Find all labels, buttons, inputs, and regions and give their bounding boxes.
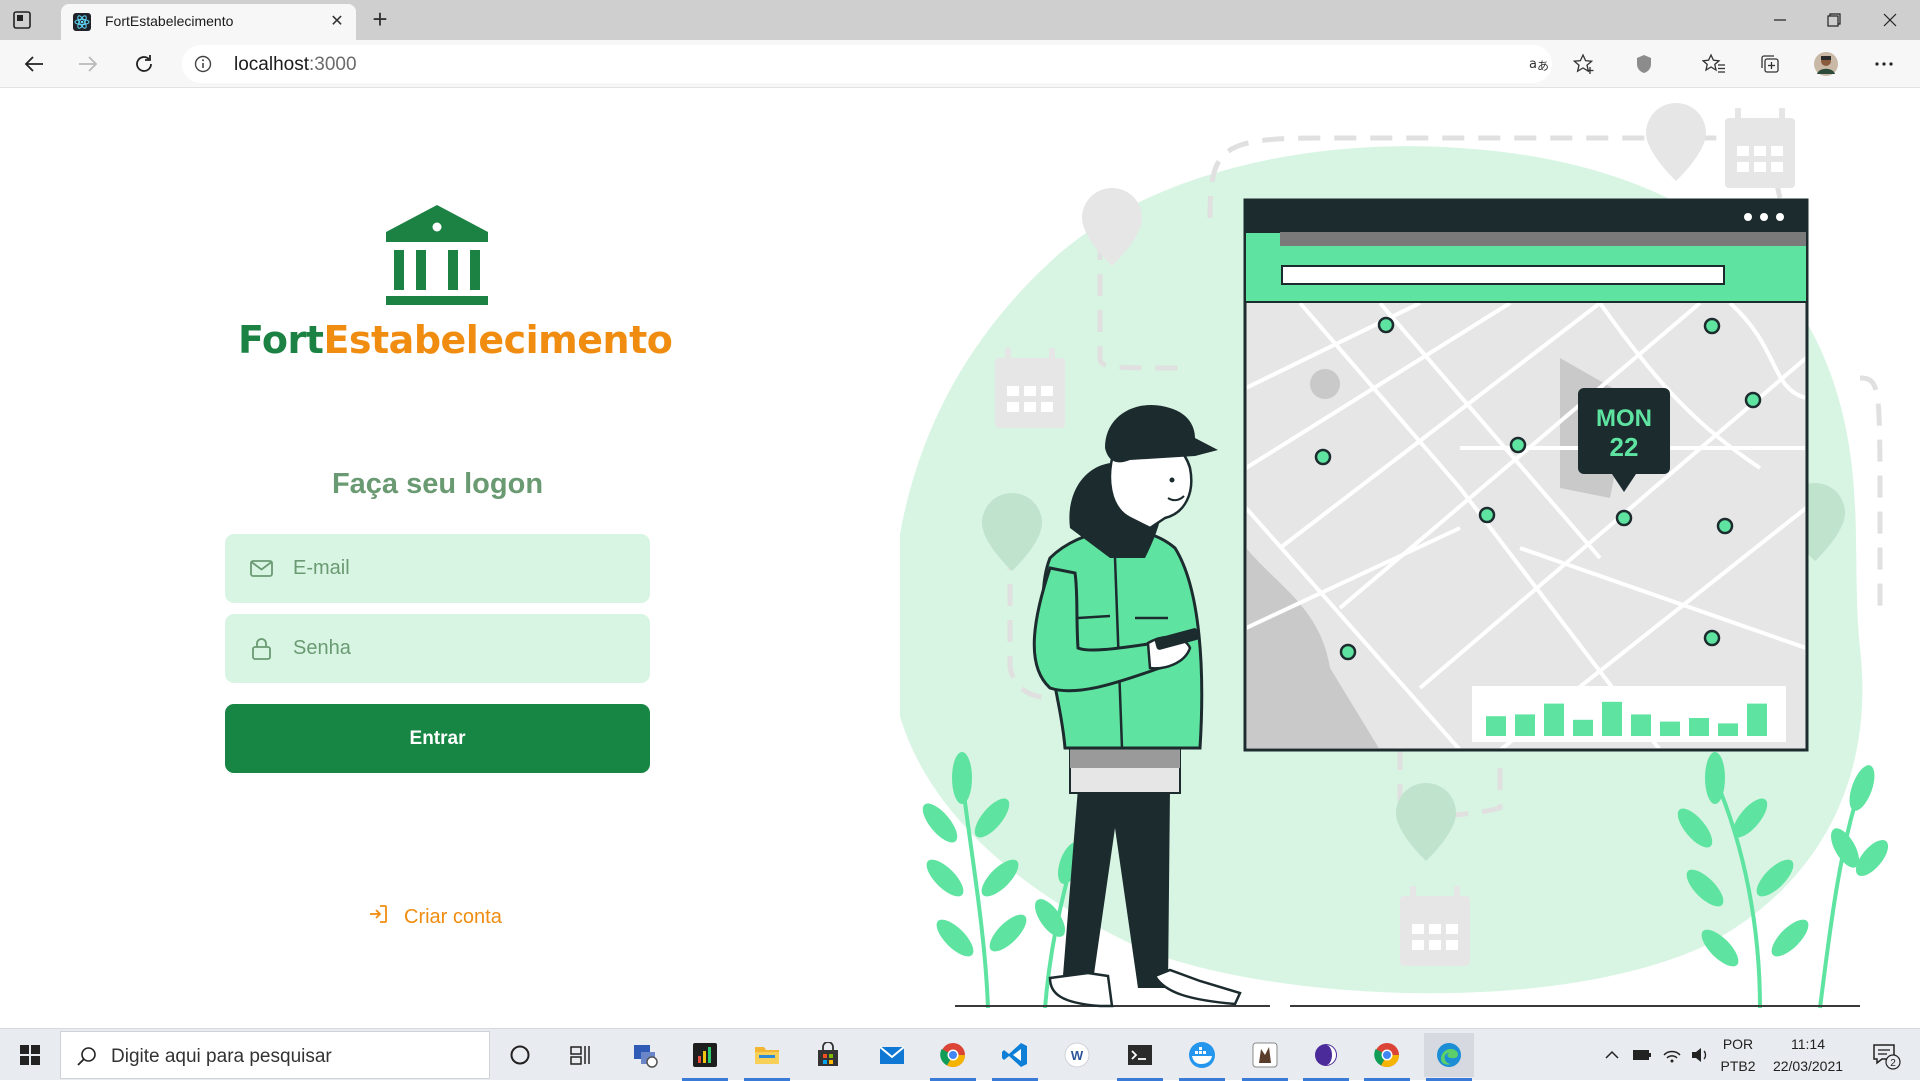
create-account-link[interactable]: Criar conta [368,903,502,931]
clock-date: 22/03/2021 [1772,1058,1844,1074]
file-explorer-icon[interactable] [742,1033,792,1081]
chrome-icon[interactable] [1362,1033,1412,1081]
insomnia-icon[interactable] [1240,1033,1290,1081]
create-account-label: Criar conta [404,905,502,928]
vscode-icon[interactable] [990,1033,1040,1081]
cortana-icon[interactable] [495,1033,545,1077]
notification-count: 2 [1890,1058,1896,1069]
tracking-prevention-icon[interactable] [1628,48,1660,80]
mail-icon[interactable] [867,1033,917,1077]
badge-date: 22 [1610,432,1639,462]
url-text: localhost:3000 [234,54,357,76]
password-field [225,614,650,683]
restore-window-button[interactable] [1806,0,1862,40]
mini-bar [1486,716,1506,736]
address-bar[interactable]: localhost:3000 [182,45,1552,83]
word-icon[interactable]: W [1052,1033,1102,1077]
brand-name-part2: Estabelecimento [323,318,673,362]
add-favorite-icon[interactable] [1568,48,1600,80]
email-field [225,534,650,603]
mini-bar [1660,721,1680,736]
back-button[interactable] [18,48,50,80]
brand-name-part1: Fort [238,318,324,362]
login-submit-button[interactable]: Entrar [225,704,650,773]
search-placeholder: Digite aqui para pesquisar [111,1046,332,1067]
windows-start-button[interactable] [0,1029,60,1081]
svg-text:a: a [1529,57,1537,72]
settings-menu-icon[interactable] [1868,48,1900,80]
url-port: :3000 [309,54,357,75]
store-icon[interactable] [803,1033,853,1077]
mini-bar [1718,723,1738,736]
wifi-icon[interactable] [1660,1029,1684,1081]
mini-bar [1515,714,1535,736]
page-viewport: FortEstabelecimento Faça seu logon Entra… [0,88,1920,1028]
react-favicon-icon [73,13,91,31]
system-clock[interactable]: 11:14 22/03/2021 [1766,1029,1850,1081]
brand-name: FortEstabelecimento [238,318,673,362]
terminal-icon[interactable] [1115,1033,1165,1081]
forward-button[interactable] [72,48,104,80]
mini-bar [1544,703,1564,736]
taskbar-search-box[interactable]: Digite aqui para pesquisar [60,1031,490,1079]
svg-text:W: W [1071,1048,1084,1063]
lock-icon [249,636,274,661]
language-code: POR [1722,1036,1754,1052]
svg-text:あ: あ [1537,59,1549,73]
map-browser-window: MON 22 [1243,198,1809,752]
chrome-icon[interactable] [928,1033,978,1081]
refresh-button[interactable] [128,48,160,80]
login-title: Faça seu logon [331,468,544,500]
edge-icon[interactable] [1424,1033,1474,1081]
mini-bar [1573,719,1593,736]
browser-tab-bar: FortEstabelecimento ✕ + [0,0,1920,40]
url-host: localhost [234,54,309,75]
task-view-icon[interactable] [555,1033,605,1077]
collections-icon[interactable] [1754,48,1786,80]
volume-icon[interactable] [1688,1029,1712,1081]
windows-taskbar: Digite aqui para pesquisar W POR PTB2 11… [0,1028,1920,1081]
docker-icon[interactable] [1177,1033,1227,1081]
language-indicator[interactable]: POR PTB2 [1716,1029,1760,1081]
tab-actions-icon[interactable] [10,8,34,32]
close-tab-icon[interactable]: ✕ [326,11,348,33]
favorites-icon[interactable] [1698,48,1730,80]
browser-toolbar: localhost:3000 aあ [0,40,1920,88]
mini-bar [1689,718,1709,736]
network-tool-icon[interactable] [620,1033,670,1077]
city-map-illustration: MON 22 [900,103,1889,1009]
clock-time: 11:14 [1791,1036,1825,1052]
minimize-window-button[interactable] [1752,0,1808,40]
battery-icon[interactable] [1630,1029,1654,1081]
show-hidden-icons[interactable] [1600,1029,1624,1081]
site-info-icon[interactable] [194,55,212,73]
tab-title: FortEstabelecimento [105,13,234,29]
translate-icon[interactable]: aあ [1523,48,1555,80]
notification-center-icon[interactable]: 2 [1866,1029,1906,1081]
close-window-button[interactable] [1862,0,1918,40]
browser-tab[interactable]: FortEstabelecimento ✕ [61,4,356,40]
badge-day: MON [1596,405,1652,432]
bank-building-icon [382,202,492,308]
mini-bar [1631,714,1651,736]
login-arrow-icon [368,904,388,930]
mail-icon [249,556,274,581]
mini-bar [1747,703,1767,736]
email-input[interactable] [293,534,633,603]
mini-bar [1602,701,1622,736]
keyboard-layout: PTB2 [1720,1058,1756,1074]
profile-avatar[interactable] [1810,48,1842,80]
media-app-icon[interactable] [680,1033,730,1081]
beekeeper-icon[interactable] [1301,1033,1351,1081]
password-input[interactable] [293,614,633,683]
search-icon [76,1045,98,1067]
new-tab-icon[interactable]: + [366,6,394,34]
